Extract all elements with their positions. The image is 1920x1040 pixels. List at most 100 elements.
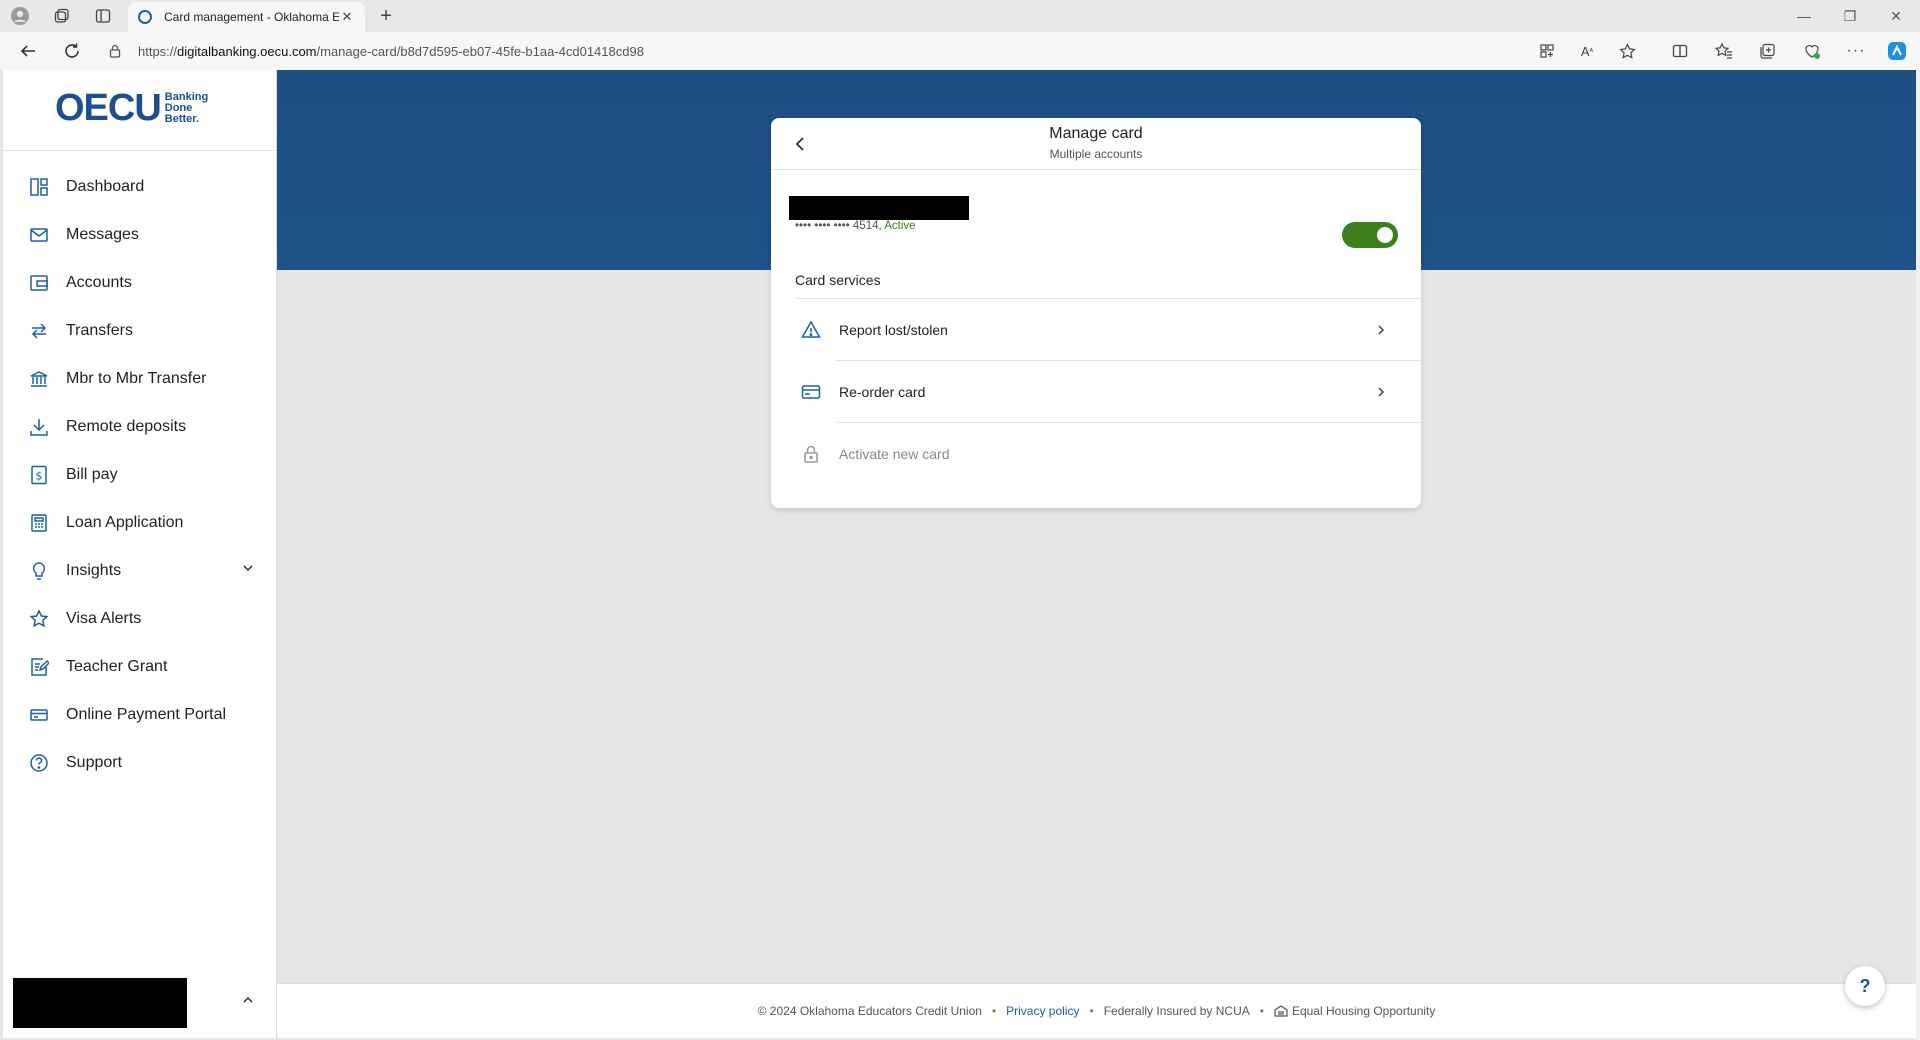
dashboard-icon: [27, 175, 51, 199]
sidebar-item-label: Bill pay: [66, 466, 118, 483]
card-number-masked: •••• •••• •••• 4514,: [795, 220, 885, 232]
page-scrollbar[interactable]: [1916, 70, 1920, 1040]
close-tab-icon[interactable]: ✕: [339, 9, 355, 25]
mail-icon: [27, 223, 51, 247]
sidebar-item-visa-alerts[interactable]: Visa Alerts: [3, 599, 277, 639]
split-screen-icon[interactable]: [1668, 39, 1692, 63]
sidebar-item-label: Online Payment Portal: [66, 706, 227, 723]
sidebar-item-dashboard[interactable]: Dashboard: [3, 167, 277, 207]
chevron-right-icon: [1369, 386, 1393, 398]
calculator-icon: [27, 511, 51, 535]
card-number: •••• •••• •••• 4514, Active: [795, 220, 916, 232]
footer-ncua: Federally Insured by NCUA: [1103, 1004, 1250, 1018]
service-report-lost-stolen[interactable]: Report lost/stolen: [771, 299, 1421, 361]
lock-icon: [799, 442, 823, 466]
tab-title: Card management - Oklahoma E: [164, 10, 339, 24]
browser-essentials-icon[interactable]: [1800, 39, 1824, 63]
footer: © 2024 Oklahoma Educators Credit Union •…: [277, 983, 1916, 1038]
back-arrow-icon[interactable]: [16, 39, 40, 63]
card-name-redacted: [789, 196, 969, 220]
oecu-favicon-icon: [138, 10, 152, 24]
chevron-down-icon[interactable]: [241, 561, 255, 580]
chevron-up-icon[interactable]: [241, 993, 255, 1012]
oecu-logo[interactable]: OECU Banking Done Better.: [55, 87, 209, 129]
lightbulb-icon: [27, 559, 51, 583]
status-badge: Active: [884, 220, 916, 232]
favorite-star-icon[interactable]: [1615, 39, 1639, 63]
sidebar-item-label: Visa Alerts: [66, 610, 142, 627]
page-title: Manage card: [1049, 125, 1143, 142]
copilot-icon[interactable]: [1885, 39, 1909, 63]
service-label: Re-order card: [839, 384, 926, 400]
section-heading: Card services: [795, 272, 881, 288]
sidebar-item-label: Loan Application: [66, 514, 184, 531]
footer-copyright: © 2024 Oklahoma Educators Credit Union: [757, 1004, 982, 1018]
page-subtitle: Multiple accounts: [1049, 147, 1143, 161]
footer-separator: •: [1089, 1004, 1094, 1018]
collections-icon[interactable]: [1755, 39, 1779, 63]
footer-separator: •: [991, 1004, 997, 1018]
user-profile-redacted[interactable]: [13, 978, 187, 1028]
sidebar-item-label: Remote deposits: [66, 418, 187, 435]
app-available-icon[interactable]: [1535, 39, 1559, 63]
url-field[interactable]: https://digitalbanking.oecu.com/manage-c…: [108, 36, 1508, 66]
edit-icon: [27, 655, 51, 679]
sidebar-item-support[interactable]: Support: [3, 743, 277, 783]
close-window-icon[interactable]: ✕: [1873, 0, 1919, 32]
sidebar-item-online-payment-portal[interactable]: Online Payment Portal: [3, 695, 277, 735]
sidebar-item-label: Transfers: [66, 322, 133, 339]
logo-tagline: Banking Done Better.: [164, 90, 209, 125]
sidebar-item-messages[interactable]: Messages: [3, 215, 277, 255]
minimize-window-icon[interactable]: —: [1781, 0, 1827, 32]
card-lock-toggle[interactable]: [1342, 222, 1398, 248]
bill-icon: $: [27, 463, 51, 487]
profile-icon[interactable]: [8, 4, 32, 28]
restore-window-icon[interactable]: ❐: [1827, 0, 1873, 32]
url-prefix: https://: [138, 43, 178, 59]
sidebar-item-label: Teacher Grant: [66, 658, 168, 675]
refresh-icon[interactable]: [60, 39, 84, 63]
footer-equal-housing: Equal Housing Opportunity: [1274, 1004, 1435, 1018]
service-re-order-card[interactable]: Re-order card: [771, 361, 1421, 423]
bank-icon: [27, 367, 51, 391]
sidebar-item-teacher-grant[interactable]: Teacher Grant: [3, 647, 277, 687]
logo-divider: [3, 150, 277, 151]
transfer-icon: [27, 319, 51, 343]
browser-addressbar: https://digitalbanking.oecu.com/manage-c…: [0, 32, 1920, 70]
lock-icon[interactable]: [108, 44, 122, 58]
favorites-icon[interactable]: [1712, 39, 1736, 63]
help-button[interactable]: ?: [1845, 966, 1885, 1006]
more-options-icon[interactable]: ···: [1844, 39, 1868, 63]
card-icon: [27, 703, 51, 727]
download-icon: [27, 415, 51, 439]
sidebar-item-accounts[interactable]: Accounts: [3, 263, 277, 303]
sidebar-item-label: Mbr to Mbr Transfer: [66, 370, 207, 387]
credit-card-icon: [799, 380, 823, 404]
service-label: Activate new card: [839, 446, 950, 462]
warning-icon: [799, 318, 823, 342]
card-header: Manage card Multiple accounts: [771, 118, 1421, 170]
sidebar-item-label: Messages: [66, 226, 139, 243]
service-activate-new-card: Activate new card: [771, 423, 1421, 485]
workspaces-icon[interactable]: [50, 4, 74, 28]
new-tab-button[interactable]: +: [374, 4, 398, 28]
help-circle-icon: [27, 751, 51, 775]
sidebar-item-label: Dashboard: [66, 178, 145, 195]
vertical-tabs-icon[interactable]: [91, 4, 115, 28]
sidebar-item-label: Insights: [66, 562, 122, 579]
sidebar-item-remote-deposits[interactable]: Remote deposits: [3, 407, 277, 447]
chevron-right-icon: [1369, 324, 1393, 336]
sidebar-item-insights[interactable]: Insights: [3, 551, 277, 591]
browser-tabbar: Card management - Oklahoma E ✕ + — ❐ ✕: [0, 0, 1920, 32]
browser-tab-active[interactable]: Card management - Oklahoma E ✕: [128, 2, 365, 32]
sidebar-item-bill-pay[interactable]: $ Bill pay: [3, 455, 277, 495]
sidebar-item-loan-application[interactable]: Loan Application: [3, 503, 277, 543]
privacy-policy-link[interactable]: Privacy policy: [1006, 1004, 1079, 1018]
svg-text:$: $: [36, 470, 43, 483]
house-icon: [1274, 1005, 1288, 1017]
manage-card-panel: Manage card Multiple accounts •••• •••• …: [771, 118, 1421, 508]
sidebar-item-mbr-to-mbr-transfer[interactable]: Mbr to Mbr Transfer: [3, 359, 277, 399]
service-label: Report lost/stolen: [839, 322, 948, 338]
read-aloud-icon[interactable]: Aᴬ: [1575, 39, 1599, 63]
sidebar-item-transfers[interactable]: Transfers: [3, 311, 277, 351]
